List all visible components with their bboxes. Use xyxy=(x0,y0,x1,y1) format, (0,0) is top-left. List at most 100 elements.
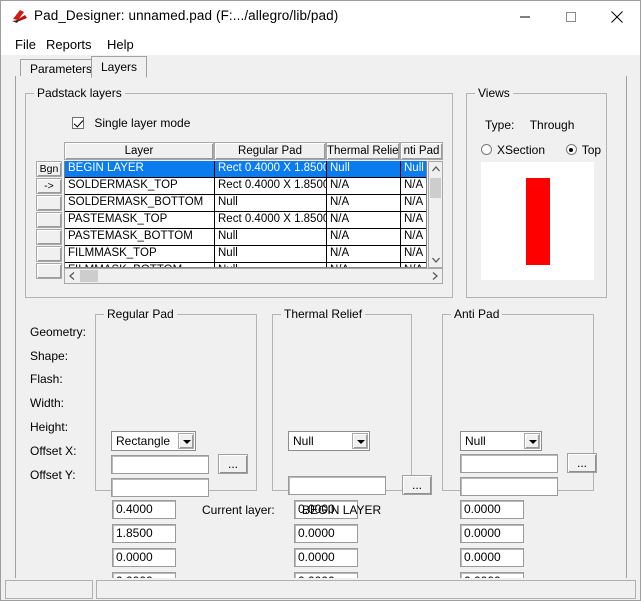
menu-item-reports[interactable]: Reports xyxy=(39,36,99,55)
views-group: Views Type: Through XSection Top xyxy=(466,86,607,298)
anti-pad-flash-input[interactable] xyxy=(460,477,558,496)
checkbox-box xyxy=(72,117,84,129)
table-row[interactable]: FILMMASK_TOP Null N/A N/A xyxy=(65,246,426,263)
table-cell-thermal-relief: N/A xyxy=(327,178,401,194)
column-header-layer[interactable]: Layer xyxy=(64,142,214,160)
horizontal-scrollbar[interactable] xyxy=(64,268,443,284)
chevron-down-icon[interactable] xyxy=(524,433,540,449)
scroll-up-icon[interactable] xyxy=(429,162,442,176)
anti-pad-geometry-select[interactable]: Null xyxy=(460,431,542,451)
row-button-5[interactable] xyxy=(36,246,62,262)
chevron-down-icon[interactable] xyxy=(352,433,368,449)
thermal-relief-group: Thermal Relief xyxy=(272,307,412,491)
anti-pad-shape-browse-button[interactable]: ... xyxy=(567,453,597,473)
table-cell-thermal-relief: N/A xyxy=(327,212,401,228)
radio-xsection-dot xyxy=(481,144,492,155)
table-cell-layer: PASTEMASK_TOP xyxy=(65,212,215,228)
label-flash: Flash: xyxy=(30,372,63,386)
regular-pad-flash-input[interactable] xyxy=(111,478,209,497)
row-button-2[interactable] xyxy=(36,195,62,211)
row-button-4[interactable] xyxy=(36,229,62,245)
close-button[interactable] xyxy=(594,1,640,32)
table-row[interactable]: BEGIN LAYER Rect 0.4000 X 1.8500 Null Null xyxy=(65,161,426,178)
maximize-button[interactable] xyxy=(548,1,594,32)
tab-layers[interactable]: Layers xyxy=(91,56,148,78)
views-type-label: Type: xyxy=(485,118,515,132)
minimize-button[interactable] xyxy=(502,1,548,32)
menu-bar: File Reports Help xyxy=(1,32,640,55)
row-button-bgn[interactable]: Bgn xyxy=(36,161,62,177)
scroll-left-icon[interactable] xyxy=(65,269,79,283)
thermal-relief-geometry-select[interactable]: Null xyxy=(288,431,370,451)
thermal-relief-height-input[interactable]: 0.0000 xyxy=(294,524,358,543)
row-button-3[interactable] xyxy=(36,212,62,228)
row-button-column: Bgn -> xyxy=(36,142,64,280)
regular-pad-shape-browse-button[interactable]: ... xyxy=(218,454,248,474)
anti-pad-shape-input[interactable] xyxy=(460,454,558,473)
anti-pad-width-input[interactable]: 0.0000 xyxy=(460,500,524,519)
views-type-value: Through xyxy=(529,118,575,132)
table-cell-regular-pad: Rect 0.4000 X 1.8500 xyxy=(215,212,327,228)
table-cell-thermal-relief: Null xyxy=(327,161,401,177)
views-type-row: Type: Through xyxy=(485,118,574,132)
menu-item-help[interactable]: Help xyxy=(100,36,141,55)
anti-pad-group-label: Anti Pad xyxy=(451,307,503,321)
row-button-6[interactable] xyxy=(36,263,62,279)
menu-item-file[interactable]: File xyxy=(8,36,43,55)
table-row[interactable]: SOLDERMASK_TOP Rect 0.4000 X 1.8500 N/A N/A xyxy=(65,178,426,195)
padstack-layers-table: Bgn -> Layer Regular Pad Thermal Relief … xyxy=(36,142,443,285)
title-bar: Pad_Designer: unnamed.pad (F:.../allegro… xyxy=(1,1,640,32)
anti-pad-width-value: 0.0000 xyxy=(464,502,501,516)
regular-pad-geometry-value: Rectangle xyxy=(116,434,171,448)
table-cell-anti-pad: N/A xyxy=(404,247,424,259)
window-title: Pad_Designer: unnamed.pad (F:.../allegro… xyxy=(34,8,339,23)
scroll-right-icon[interactable] xyxy=(428,269,442,283)
anti-pad-geometry-value: Null xyxy=(465,434,486,448)
thermal-relief-group-label: Thermal Relief xyxy=(281,307,366,321)
thermal-relief-offset-x-input[interactable]: 0.0000 xyxy=(294,548,358,567)
column-header-regular-pad[interactable]: Regular Pad xyxy=(214,142,326,160)
radio-top-dot xyxy=(565,144,577,155)
label-height: Height: xyxy=(30,420,69,434)
table-cell-thermal-relief: N/A xyxy=(327,246,401,262)
radio-xsection[interactable]: XSection xyxy=(481,143,545,157)
chevron-down-icon[interactable] xyxy=(178,433,194,449)
scroll-down-icon[interactable] xyxy=(429,253,442,267)
regular-pad-shape-input[interactable] xyxy=(111,455,209,474)
regular-pad-height-input[interactable]: 1.8500 xyxy=(112,524,176,543)
table-row[interactable]: PASTEMASK_TOP Rect 0.4000 X 1.8500 N/A N/A xyxy=(65,212,426,229)
label-offset-x: Offset X: xyxy=(30,444,77,458)
table-row[interactable]: SOLDERMASK_BOTTOM Null N/A N/A xyxy=(65,195,426,212)
table-row[interactable]: PASTEMASK_BOTTOM Null N/A N/A xyxy=(65,229,426,246)
anti-pad-offset-x-input[interactable]: 0.0000 xyxy=(460,548,524,567)
vertical-scrollbar[interactable] xyxy=(428,161,443,268)
column-header-thermal-relief[interactable]: Thermal Relief xyxy=(326,142,400,160)
table-cell-anti-pad: Null xyxy=(404,162,424,174)
regular-pad-width-input[interactable]: 0.4000 xyxy=(112,500,176,519)
column-header-anti-pad[interactable]: nti Pad xyxy=(400,142,443,160)
regular-pad-offset-x-input[interactable]: 0.0000 xyxy=(112,548,176,567)
views-group-label: Views xyxy=(475,86,513,100)
current-layer-row: Current layer: BEGIN LAYER xyxy=(202,503,381,517)
thermal-relief-flash-input[interactable] xyxy=(288,476,386,495)
table-cell-regular-pad: Null xyxy=(215,229,327,245)
tab-parameters[interactable]: Parameters xyxy=(20,59,103,77)
grid-body[interactable]: BEGIN LAYER Rect 0.4000 X 1.8500 Null Null S… xyxy=(64,161,427,268)
anti-pad-height-value: 0.0000 xyxy=(464,526,501,540)
horizontal-scroll-thumb[interactable] xyxy=(80,270,98,282)
single-layer-mode-label: Single layer mode xyxy=(94,116,191,130)
anti-pad-height-input[interactable]: 0.0000 xyxy=(460,524,524,543)
status-panel-2 xyxy=(96,580,636,599)
table-cell-regular-pad: Null xyxy=(215,246,327,262)
padstack-layers-group: Padstack layers Single layer mode Bgn -> xyxy=(25,86,453,298)
regular-pad-group-label: Regular Pad xyxy=(104,307,177,321)
thermal-relief-flash-browse-button[interactable]: ... xyxy=(402,475,432,495)
regular-pad-geometry-select[interactable]: Rectangle xyxy=(111,431,196,451)
allegro-icon xyxy=(11,8,29,25)
vertical-scroll-thumb[interactable] xyxy=(430,178,441,198)
single-layer-mode-checkbox[interactable]: Single layer mode xyxy=(72,116,190,130)
radio-top[interactable]: Top xyxy=(565,143,601,157)
row-button-arrow[interactable]: -> xyxy=(36,178,62,194)
table-cell-layer: SOLDERMASK_TOP xyxy=(65,178,215,194)
label-width: Width: xyxy=(30,396,65,410)
